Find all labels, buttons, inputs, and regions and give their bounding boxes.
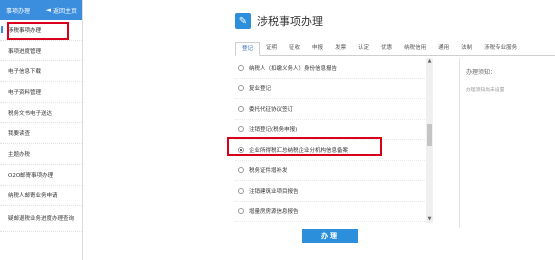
sidebar-item-theme[interactable]: 主题办税 <box>0 144 82 165</box>
sidebar-header: 事项办理 ◄ 返回主页 <box>0 0 82 20</box>
option-item[interactable]: 纳税人（扣缴义务人）身份信息报告 <box>235 58 433 79</box>
notice-panel: 办理须知： 办理须知尚未设置 <box>459 58 555 228</box>
option-label: 委托代征协议签订 <box>249 106 294 113</box>
sidebar-menu: 涉税事项办理 事项进度管理 电子信息下载 电子资料管理 税务文书电子送达 我要读… <box>0 20 82 233</box>
sidebar-item-label: 纳税人邮寄业务申请 <box>8 193 58 200</box>
notice-title: 办理须知： <box>466 69 497 76</box>
sidebar-item-e-docs[interactable]: 电子资料管理 <box>0 82 82 103</box>
radio-button[interactable] <box>238 64 244 71</box>
scroll-up-icon[interactable]: ▲ <box>426 58 433 65</box>
tab-certificate[interactable]: 证明 <box>260 42 283 56</box>
option-item[interactable]: 注销建筑业项目报告 <box>235 181 433 202</box>
highlight-box <box>227 137 382 156</box>
scroll-down-icon[interactable]: ▼ <box>426 216 433 223</box>
list-scrollbar[interactable]: ▲ ▼ <box>426 58 433 223</box>
tab-legal[interactable]: 法制 <box>455 42 478 56</box>
sidebar-item-query[interactable]: 我要读查 <box>0 123 82 145</box>
radio-button[interactable] <box>238 187 244 194</box>
active-marker <box>1 26 3 33</box>
sidebar-item-progress[interactable]: 事项进度管理 <box>0 41 82 62</box>
tab-collection[interactable]: 征收 <box>283 42 306 56</box>
sidebar-item-label: 疑邮退税业务进度办理查询 <box>8 215 75 222</box>
page-title: 涉税事项办理 <box>257 15 323 28</box>
option-item[interactable]: 委托代征协议签订 <box>235 99 433 120</box>
home-link-label: 返回主页 <box>52 7 77 15</box>
radio-button[interactable] <box>238 105 244 112</box>
option-item[interactable]: 税务证件增补发 <box>235 161 433 181</box>
scroll-thumb[interactable] <box>427 124 432 146</box>
tab-invoice[interactable]: 发票 <box>329 42 352 56</box>
radio-button[interactable] <box>238 126 244 133</box>
option-item[interactable]: 复业登记 <box>235 79 433 99</box>
sidebar-item-label: 税务文书电子送达 <box>8 110 53 117</box>
arrow-left-icon: ◄ <box>45 6 51 14</box>
category-tabs: 登记 证明 征收 申报 发票 认定 优惠 纳税信用 通用 法制 涉税专业服务 <box>235 42 555 56</box>
submit-button[interactable]: 办理 <box>302 229 358 243</box>
sidebar-item-label: 事项进度管理 <box>8 48 42 55</box>
sidebar-item-e-delivery[interactable]: 税务文书电子送达 <box>0 103 82 124</box>
highlight-box <box>7 22 69 40</box>
radio-button[interactable] <box>238 85 244 92</box>
page-header: ✎ 涉税事项办理 <box>235 13 323 29</box>
tab-registration[interactable]: 登记 <box>235 42 261 56</box>
sidebar-item-label: 我要读查 <box>8 131 31 138</box>
sidebar-item-label: 电子资料管理 <box>8 89 42 96</box>
radio-button[interactable] <box>238 167 244 174</box>
option-item[interactable]: 增量房房源信息报告 <box>235 202 433 222</box>
option-label: 注销登记(税务申报) <box>249 127 298 134</box>
sidebar-title: 事项办理 <box>6 7 31 15</box>
sidebar-item-o2o[interactable]: O2O邮寄事项办理 <box>0 165 82 186</box>
main-content: ✎ 涉税事项办理 登记 证明 征收 申报 发票 认定 优惠 纳税信用 通用 法制… <box>229 0 555 260</box>
tab-professional-service[interactable]: 涉税专业服务 <box>478 42 523 56</box>
sidebar-item-label: 主题办税 <box>8 151 31 158</box>
sidebar-item-download[interactable]: 电子信息下载 <box>0 61 82 83</box>
notice-text: 办理须知尚未设置 <box>466 88 505 93</box>
option-label: 增量房房源信息报告 <box>249 209 299 216</box>
sidebar-item-label: 电子信息下载 <box>8 69 42 76</box>
sidebar-item-mail-request[interactable]: 纳税人邮寄业务申请 <box>0 186 82 207</box>
sidebar-item-refund-query[interactable]: 疑邮退税业务进度办理查询 <box>0 206 82 233</box>
option-label: 注销建筑业项目报告 <box>249 188 299 195</box>
tab-general[interactable]: 通用 <box>432 42 455 56</box>
home-link[interactable]: ◄ 返回主页 <box>46 6 77 15</box>
tab-declaration[interactable]: 申报 <box>306 42 329 56</box>
radio-button[interactable] <box>238 208 244 215</box>
sidebar-item-label: O2O邮寄事项办理 <box>8 172 54 179</box>
tab-preference[interactable]: 优惠 <box>375 42 398 56</box>
tab-recognition[interactable]: 认定 <box>352 42 375 56</box>
option-label: 纳税人（扣缴义务人）身份信息报告 <box>249 65 338 72</box>
edit-icon: ✎ <box>235 13 251 29</box>
option-label: 复业登记 <box>249 86 272 93</box>
option-label: 税务证件增补发 <box>249 168 288 175</box>
tab-credit[interactable]: 纳税信用 <box>398 42 432 56</box>
